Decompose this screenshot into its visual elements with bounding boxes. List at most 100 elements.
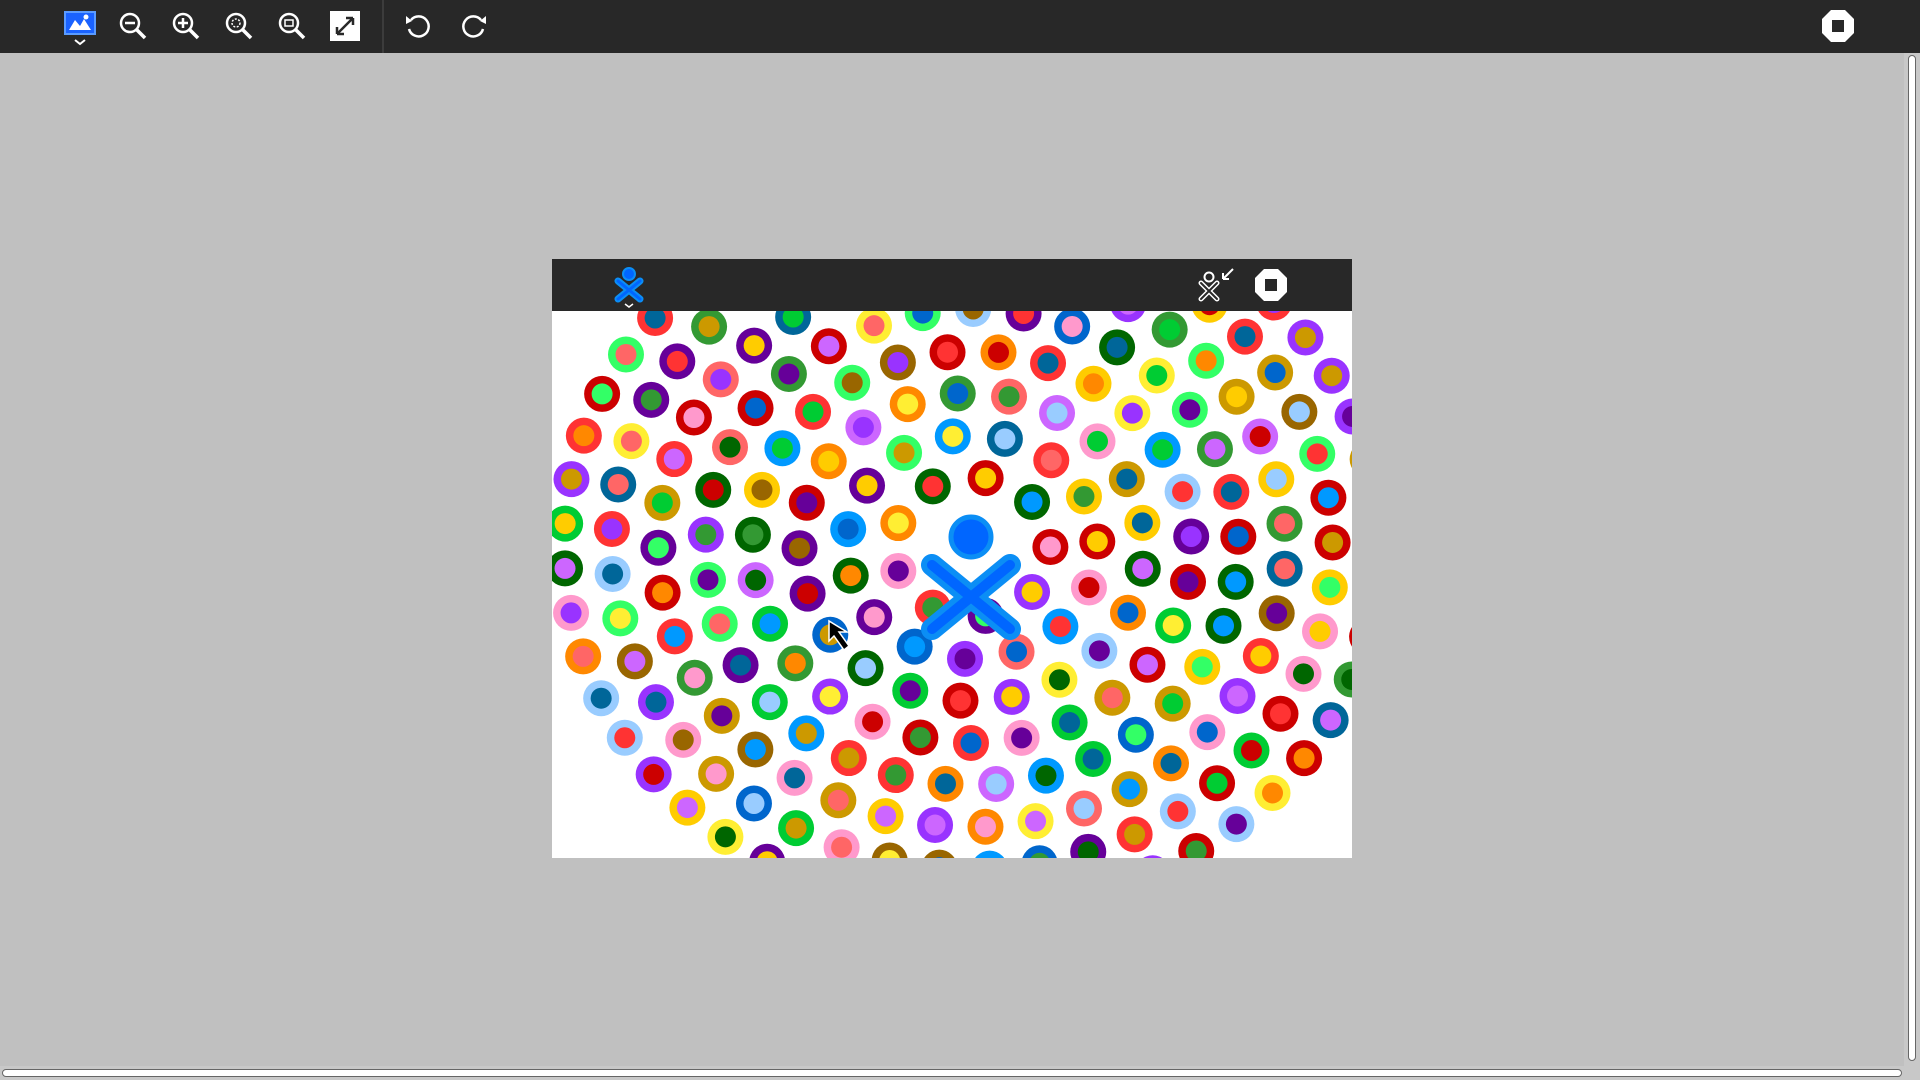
ring-dot-inner	[745, 397, 767, 419]
ring-dot-inner	[1152, 439, 1174, 461]
ring-dot-inner	[1160, 752, 1182, 774]
ring-dot-inner	[887, 352, 909, 374]
ring-dot-inner	[624, 650, 646, 672]
ring-dot-inner	[1159, 319, 1181, 341]
ring-dot-inner	[1116, 468, 1138, 490]
ring-dot-inner	[615, 344, 637, 366]
ring-dot-inner	[909, 727, 931, 749]
ring-dot-inner	[841, 372, 863, 394]
zoom-in-icon	[171, 11, 201, 41]
ring-dot-inner	[710, 368, 732, 390]
ring-dot-inner	[1106, 336, 1128, 358]
ring-dot-inner	[1088, 640, 1110, 662]
ring-dot-inner	[607, 473, 629, 495]
ring-dot-inner	[994, 428, 1016, 450]
ring-dot-inner	[1213, 615, 1235, 637]
zoom-best-fit-icon	[277, 11, 307, 41]
zoom-in-button[interactable]	[166, 6, 206, 46]
ring-dot-outer	[975, 850, 1005, 858]
ring-dot-inner	[664, 625, 686, 647]
ring-dot-inner	[987, 341, 1009, 363]
ring-dot-inner	[591, 383, 613, 405]
stop-button[interactable]	[1818, 6, 1858, 46]
ring-dot-inner	[590, 687, 612, 709]
color-rings-image	[552, 284, 1352, 858]
ring-dot-inner	[573, 425, 595, 447]
ring-dot-inner	[1225, 813, 1247, 835]
ring-dot-inner	[1227, 526, 1249, 548]
ring-dot-inner	[802, 401, 824, 423]
ring-dot-inner	[560, 602, 582, 624]
ring-dot-inner	[614, 727, 636, 749]
ring-dot-inner	[1292, 663, 1314, 685]
ring-dot-inner	[759, 691, 781, 713]
rotate-left-button[interactable]	[398, 6, 438, 46]
ring-dot-inner	[602, 563, 624, 585]
zoom-out-button[interactable]	[113, 6, 153, 46]
vertical-scrollbar[interactable]	[1904, 53, 1920, 1066]
ring-dot-inner	[1131, 512, 1153, 534]
horizontal-scrollbar-thumb[interactable]	[2, 1069, 1902, 1077]
ring-dot-inner	[1196, 721, 1218, 743]
ring-dot-inner	[1274, 513, 1296, 535]
vertical-scrollbar-thumb[interactable]	[1908, 55, 1916, 1061]
horizontal-scrollbar[interactable]	[0, 1066, 1920, 1080]
ring-dot-inner	[1234, 326, 1256, 348]
displayed-image	[552, 259, 1352, 858]
ring-dot-inner	[743, 792, 765, 814]
ring-dot-inner	[1264, 362, 1286, 384]
ring-dot-inner	[1204, 438, 1226, 460]
ring-dot-inner	[1073, 486, 1095, 508]
ring-dot-inner	[885, 764, 907, 786]
ring-dot-inner	[640, 389, 662, 411]
ring-dot-inner	[560, 468, 582, 490]
main-toolbar	[0, 0, 1920, 53]
ring-dot-inner	[1321, 365, 1343, 387]
activity-button[interactable]	[60, 6, 100, 46]
ring-dot-inner	[897, 393, 919, 415]
ring-dot-inner	[705, 763, 727, 785]
zoom-original-button[interactable]	[219, 6, 259, 46]
ring-dot-inner	[1025, 810, 1047, 832]
ring-dot-inner	[831, 836, 853, 858]
ring-dot-inner	[954, 648, 976, 670]
ring-dot-inner	[645, 691, 667, 713]
ring-dot-inner	[620, 430, 642, 452]
ring-dot-inner	[1319, 576, 1341, 598]
ring-dot-inner	[1309, 620, 1331, 642]
ring-dot-inner	[1146, 364, 1168, 386]
fullscreen-button[interactable]	[325, 6, 365, 46]
ring-dot-inner	[789, 537, 811, 559]
ring-dot-inner	[1250, 645, 1272, 667]
ring-dot-inner	[695, 524, 717, 546]
zoom-fit-button[interactable]	[272, 6, 312, 46]
ring-dot-inner	[863, 606, 885, 628]
stop-icon	[1821, 9, 1855, 43]
ring-dot-inner	[785, 817, 807, 839]
ring-dot-inner	[998, 386, 1020, 408]
ring-dot-inner	[554, 557, 576, 579]
rotate-right-button[interactable]	[454, 6, 494, 46]
ring-dot-inner	[818, 335, 840, 357]
ring-dot-inner	[643, 763, 665, 785]
ring-dot-inner	[1322, 531, 1344, 553]
ring-dot-inner	[744, 738, 766, 760]
ring-dot-inner	[709, 613, 731, 635]
ring-dot-inner	[1021, 491, 1043, 513]
ring-dot-inner	[1227, 685, 1249, 707]
ring-dot-inner	[702, 479, 724, 501]
ring-dot-inner	[1265, 468, 1287, 490]
ring-dot-inner	[1086, 430, 1108, 452]
ring-dot-inner	[1179, 399, 1201, 421]
ring-dot-inner	[771, 437, 793, 459]
ring-dot-outer	[1143, 855, 1163, 858]
ring-dot-inner	[714, 826, 736, 848]
zoom-original-icon	[224, 11, 254, 41]
toolbar-separator	[382, 0, 384, 53]
ring-dot-inner	[887, 512, 909, 534]
ring-dot-inner	[818, 450, 840, 472]
ring-dot-outer	[1349, 626, 1352, 647]
ring-dot-inner	[784, 767, 806, 789]
ring-dot-inner	[663, 448, 685, 470]
ring-dot-inner	[1006, 641, 1028, 663]
